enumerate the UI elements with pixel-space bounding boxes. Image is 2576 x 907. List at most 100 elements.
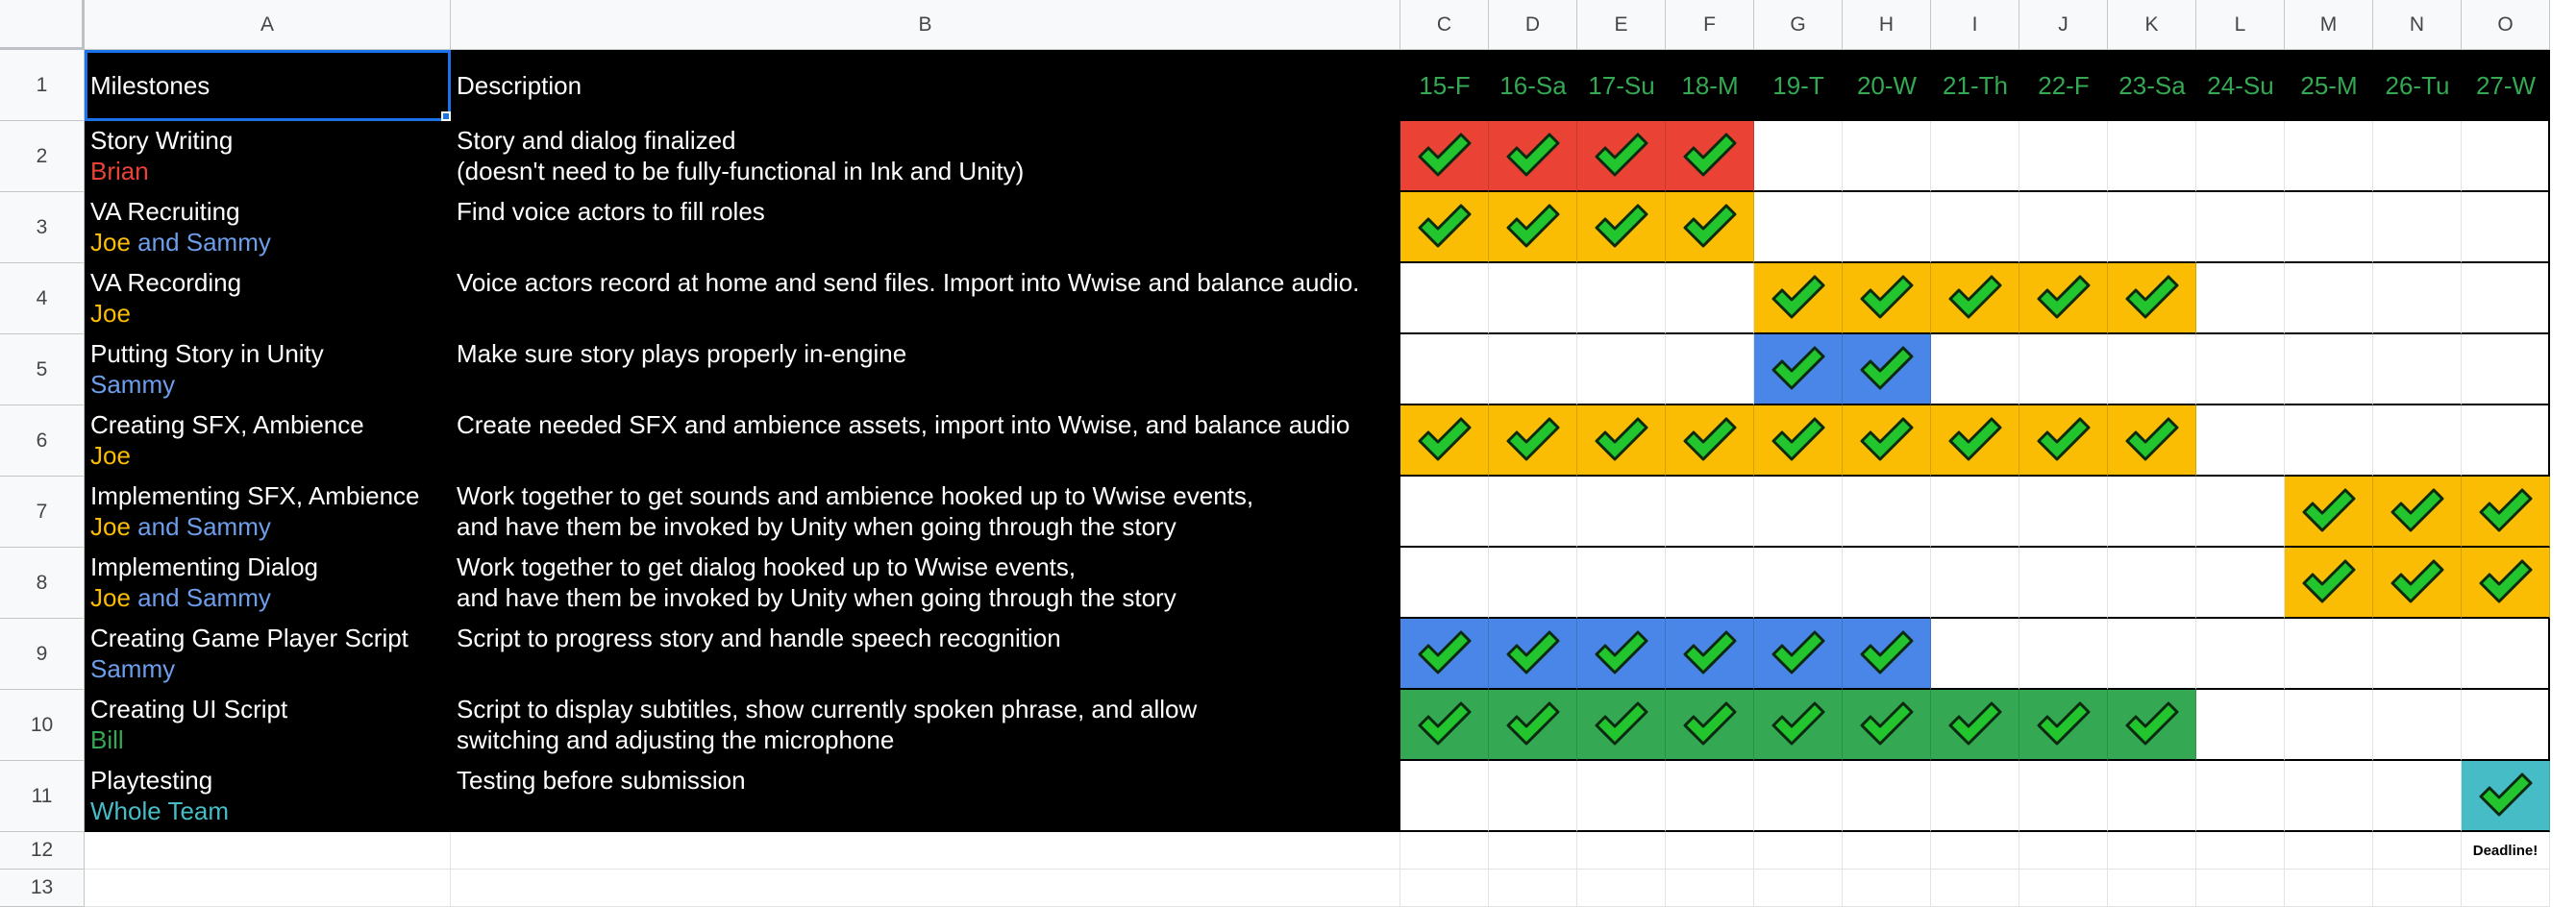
empty-cell[interactable] — [1400, 870, 1489, 907]
date-header-n[interactable]: 26-Tu — [2373, 50, 2462, 121]
schedule-cell[interactable] — [2196, 263, 2285, 334]
schedule-cell-done[interactable] — [2285, 548, 2373, 619]
schedule-cell-done[interactable] — [1843, 619, 1931, 690]
schedule-cell-done[interactable] — [1577, 192, 1666, 263]
schedule-cell-done[interactable] — [1931, 405, 2019, 477]
schedule-cell[interactable] — [1489, 263, 1577, 334]
schedule-cell[interactable] — [2196, 690, 2285, 761]
milestone-cell[interactable]: VA Recording Joe — [85, 263, 451, 334]
empty-cell[interactable] — [451, 832, 1400, 870]
schedule-cell[interactable] — [2285, 405, 2373, 477]
column-header-e[interactable]: E — [1577, 0, 1666, 50]
schedule-cell[interactable] — [2019, 761, 2108, 832]
schedule-cell[interactable] — [1754, 192, 1843, 263]
schedule-cell[interactable] — [2285, 619, 2373, 690]
schedule-cell-done[interactable] — [1754, 619, 1843, 690]
description-cell[interactable]: Find voice actors to fill roles — [451, 192, 1400, 263]
row-header-9[interactable]: 9 — [0, 619, 85, 690]
empty-cell[interactable] — [1843, 832, 1931, 870]
column-header-j[interactable]: J — [2019, 0, 2108, 50]
date-header-j[interactable]: 22-F — [2019, 50, 2108, 121]
schedule-cell[interactable] — [1666, 548, 1754, 619]
column-header-f[interactable]: F — [1666, 0, 1754, 50]
schedule-cell[interactable] — [2285, 121, 2373, 192]
schedule-cell[interactable] — [2196, 548, 2285, 619]
milestone-cell[interactable]: Playtesting Whole Team — [85, 761, 451, 832]
description-cell[interactable]: Voice actors record at home and send fil… — [451, 263, 1400, 334]
schedule-cell-done[interactable] — [1400, 690, 1489, 761]
description-cell[interactable]: Story and dialog finalized (doesn't need … — [451, 121, 1400, 192]
schedule-cell[interactable] — [2285, 334, 2373, 405]
schedule-cell[interactable] — [2285, 263, 2373, 334]
schedule-cell[interactable] — [2108, 619, 2196, 690]
date-header-m[interactable]: 25-M — [2285, 50, 2373, 121]
schedule-cell-done[interactable] — [1577, 405, 1666, 477]
schedule-cell[interactable] — [2108, 477, 2196, 548]
empty-cell[interactable] — [2285, 832, 2373, 870]
schedule-cell-done[interactable] — [1400, 121, 1489, 192]
empty-cell[interactable] — [1843, 870, 1931, 907]
date-header-d[interactable]: 16-Sa — [1489, 50, 1577, 121]
row-header-4[interactable]: 4 — [0, 263, 85, 334]
column-header-c[interactable]: C — [1400, 0, 1489, 50]
schedule-cell[interactable] — [1489, 548, 1577, 619]
milestone-cell[interactable]: Implementing SFX, Ambience Joe and Sammy — [85, 477, 451, 548]
row-header-5[interactable]: 5 — [0, 334, 85, 405]
schedule-cell[interactable] — [2108, 121, 2196, 192]
empty-cell[interactable] — [451, 870, 1400, 907]
row-header-7[interactable]: 7 — [0, 477, 85, 548]
schedule-cell[interactable] — [1577, 334, 1666, 405]
schedule-cell[interactable] — [2373, 263, 2462, 334]
cell-b1-description-header[interactable]: Description — [451, 50, 1400, 121]
empty-cell[interactable] — [2462, 870, 2550, 907]
schedule-cell[interactable] — [2373, 690, 2462, 761]
schedule-cell[interactable] — [2019, 548, 2108, 619]
schedule-cell[interactable] — [2462, 619, 2550, 690]
description-cell[interactable]: Create needed SFX and ambience assets, i… — [451, 405, 1400, 477]
schedule-cell-done[interactable] — [2373, 548, 2462, 619]
row-header-8[interactable]: 8 — [0, 548, 85, 619]
schedule-cell[interactable] — [1754, 477, 1843, 548]
schedule-cell[interactable] — [1843, 761, 1931, 832]
schedule-cell-done[interactable] — [1666, 192, 1754, 263]
empty-cell[interactable] — [2019, 832, 2108, 870]
schedule-cell[interactable] — [1754, 121, 1843, 192]
schedule-cell[interactable] — [2196, 121, 2285, 192]
schedule-cell[interactable] — [1843, 548, 1931, 619]
schedule-cell-done[interactable] — [2019, 263, 2108, 334]
schedule-cell-done[interactable] — [1489, 619, 1577, 690]
schedule-cell[interactable] — [2373, 619, 2462, 690]
schedule-cell-done[interactable] — [1577, 121, 1666, 192]
empty-cell[interactable] — [1577, 832, 1666, 870]
schedule-cell[interactable] — [2196, 334, 2285, 405]
schedule-cell-done[interactable] — [1489, 192, 1577, 263]
empty-cell[interactable] — [2373, 832, 2462, 870]
column-header-l[interactable]: L — [2196, 0, 2285, 50]
schedule-cell[interactable] — [1754, 548, 1843, 619]
empty-cell[interactable] — [1931, 832, 2019, 870]
schedule-cell-done[interactable] — [1843, 690, 1931, 761]
row-header-13[interactable]: 13 — [0, 870, 85, 907]
date-header-o[interactable]: 27-W — [2462, 50, 2550, 121]
schedule-cell[interactable] — [2462, 690, 2550, 761]
description-cell[interactable]: Testing before submission — [451, 761, 1400, 832]
column-header-n[interactable]: N — [2373, 0, 2462, 50]
schedule-cell[interactable] — [1400, 761, 1489, 832]
row-header-3[interactable]: 3 — [0, 192, 85, 263]
column-header-h[interactable]: H — [1843, 0, 1931, 50]
date-header-h[interactable]: 20-W — [1843, 50, 1931, 121]
schedule-cell-done[interactable] — [1754, 405, 1843, 477]
schedule-cell[interactable] — [2019, 477, 2108, 548]
empty-cell[interactable] — [1489, 832, 1577, 870]
date-header-i[interactable]: 21-Th — [1931, 50, 2019, 121]
schedule-cell-done[interactable] — [2373, 477, 2462, 548]
column-header-i[interactable]: I — [1931, 0, 2019, 50]
schedule-cell-done[interactable] — [1754, 263, 1843, 334]
schedule-cell[interactable] — [2196, 477, 2285, 548]
empty-cell[interactable] — [1577, 870, 1666, 907]
schedule-cell-done[interactable] — [1400, 619, 1489, 690]
schedule-cell-done[interactable] — [2108, 690, 2196, 761]
schedule-cell[interactable] — [2019, 121, 2108, 192]
schedule-cell[interactable] — [2373, 192, 2462, 263]
schedule-cell[interactable] — [2373, 121, 2462, 192]
